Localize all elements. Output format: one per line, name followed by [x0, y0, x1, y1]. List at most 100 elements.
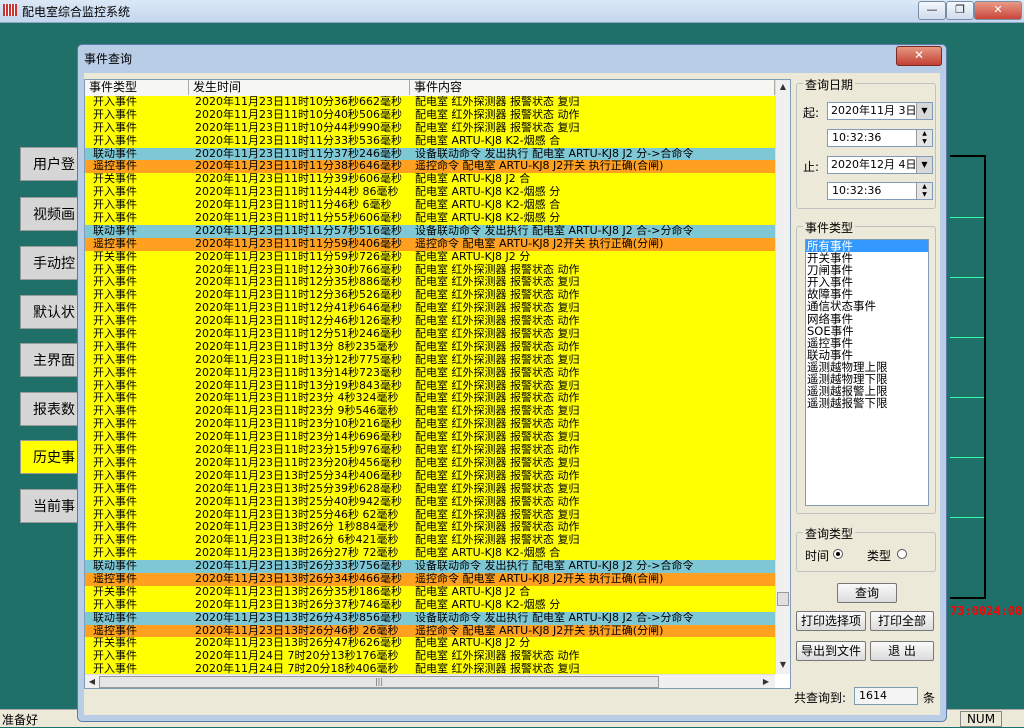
cell-content: 配电室 ARTU-KJ8 K2-烟感 合 [415, 199, 561, 212]
table-row[interactable]: 开入事件 2020年11月23日11时10分44秒990毫秒 配电室 红外探测器 报… [85, 121, 775, 135]
cell-time: 2020年11月23日11时10分36秒662毫秒 [195, 96, 402, 108]
table-row[interactable]: 开入事件 2020年11月23日11时12分36秒526毫秒 配电室 红外探测器 报… [85, 289, 775, 303]
event-type-item[interactable]: 网络事件 [806, 313, 928, 325]
event-type-item[interactable]: 遥测越报警下限 [806, 397, 928, 409]
cell-time: 2020年11月23日11时23分14秒696毫秒 [195, 431, 402, 444]
scroll-down-icon[interactable]: ▼ [776, 660, 790, 669]
table-row[interactable]: 开入事件 2020年11月23日11时11分55秒606毫秒 配电室 ARTU-KJ… [85, 212, 775, 225]
table-row[interactable]: 开入事件 2020年11月23日11时13分14秒723毫秒 配电室 红外探测器 报… [85, 366, 775, 380]
exit-button[interactable]: 退 出 [870, 641, 934, 661]
radio-type[interactable] [897, 549, 907, 559]
table-row[interactable]: 开入事件 2020年11月24日 7时20分13秒176毫秒 配电室 红外探测器 报… [85, 650, 775, 664]
table-row[interactable]: 开入事件 2020年11月23日11时11分33秒536毫秒 配电室 ARTU-KJ… [85, 134, 775, 148]
table-row[interactable]: 开入事件 2020年11月23日13时25分40秒942毫秒 配电室 红外探测器 报… [85, 495, 775, 509]
event-type-item[interactable]: 通信状态事件 [806, 300, 928, 312]
table-row[interactable]: 开入事件 2020年11月23日11时23分15秒976毫秒 配电室 红外探测器 报… [85, 444, 775, 457]
end-date-picker[interactable]: 2020年12月 4日 ▼ [827, 156, 933, 174]
spin-up-icon[interactable]: ▲ [916, 130, 932, 138]
cell-event-type: 开入事件 [93, 456, 137, 469]
minimize-button[interactable]: — [918, 1, 946, 20]
table-row[interactable]: 遥控事件 2020年11月23日11时11分59秒406毫秒 遥控命令 配电室 A… [85, 237, 775, 251]
table-row[interactable]: 开入事件 2020年11月23日13时26分 1秒884毫秒 配电室 红外探测器 报… [85, 521, 775, 535]
table-row[interactable]: 开入事件 2020年11月23日11时23分10秒216毫秒 配电室 红外探测器 报… [85, 418, 775, 432]
table-row[interactable]: 开入事件 2020年11月23日11时10分40秒506毫秒 配电室 红外探测器 报… [85, 108, 775, 122]
table-row[interactable]: 开入事件 2020年11月23日11时13分12秒775毫秒 配电室 红外探测器 报… [85, 353, 775, 367]
table-row[interactable]: 开入事件 2020年11月23日11时10分36秒662毫秒 配电室 红外探测器 报… [85, 96, 775, 109]
cell-time: 2020年11月23日11时11分39秒606毫秒 [195, 173, 402, 186]
table-row[interactable]: 开关事件 2020年11月23日13时26分47秒626毫秒 配电室 ARTU-KJ… [85, 637, 775, 651]
cell-time: 2020年11月23日13时25分34秒406毫秒 [195, 469, 402, 482]
cell-content: 遥控命令 配电室 ARTU-KJ8 J2开关 执行正确(分闸) [415, 237, 664, 250]
event-table[interactable]: 事件类型 发生时间 事件内容 开入事件 2020年11月23日11时10分36秒6… [84, 79, 791, 689]
table-row[interactable]: 开入事件 2020年11月23日11时23分14秒696毫秒 配电室 红外探测器 报… [85, 431, 775, 445]
radio-time[interactable] [833, 549, 843, 559]
table-row[interactable]: 开入事件 2020年11月23日11时12分46秒126毫秒 配电室 红外探测器 报… [85, 315, 775, 329]
table-row[interactable]: 开入事件 2020年11月23日11时13分 8秒235毫秒 配电室 红外探测器 报… [85, 340, 775, 354]
event-type-item[interactable]: SOE事件 [806, 325, 928, 337]
cell-content: 遥控命令 配电室 ARTU-KJ8 J2开关 执行正确(分闸) [415, 624, 664, 637]
cell-content: 配电室 ARTU-KJ8 J2 分 [415, 250, 531, 263]
table-row[interactable]: 开入事件 2020年11月23日11时13分19秒843毫秒 配电室 红外探测器 报… [85, 379, 775, 393]
print-selected-button[interactable]: 打印选择项 [796, 611, 866, 631]
column-header-time[interactable]: 发生时间 [189, 80, 410, 95]
table-row[interactable]: 开关事件 2020年11月23日13时26分35秒186毫秒 配电室 ARTU-KJ… [85, 585, 775, 599]
start-date-picker[interactable]: 2020年11月 3日 ▼ [827, 102, 933, 120]
table-row[interactable]: 开入事件 2020年11月23日11时23分20秒456毫秒 配电室 红外探测器 报… [85, 456, 775, 470]
column-header-type[interactable]: 事件类型 [85, 80, 189, 95]
column-header-content[interactable]: 事件内容 [410, 80, 775, 95]
table-row[interactable]: 遥控事件 2020年11月23日13时26分34秒466毫秒 遥控命令 配电室 A… [85, 572, 775, 586]
hscroll-thumb[interactable]: ||| [99, 676, 659, 688]
spin-up-icon[interactable]: ▲ [916, 183, 932, 191]
scroll-left-icon[interactable]: ◀ [85, 677, 99, 686]
cell-time: 2020年11月23日13时26分37秒746毫秒 [195, 598, 402, 611]
table-row[interactable]: 开入事件 2020年11月23日13时26分37秒746毫秒 配电室 ARTU-KJ… [85, 598, 775, 612]
table-row[interactable]: 开入事件 2020年11月23日11时23分 4秒324毫秒 配电室 红外探测器 报… [85, 392, 775, 406]
table-row[interactable]: 开入事件 2020年11月23日13时25分39秒628毫秒 配电室 红外探测器 报… [85, 482, 775, 496]
table-row[interactable]: 遥控事件 2020年11月23日13时26分46秒 26毫秒 遥控命令 配电室 A… [85, 624, 775, 638]
scroll-thumb[interactable] [777, 592, 789, 606]
print-all-button[interactable]: 打印全部 [870, 611, 934, 631]
table-row[interactable]: 联动事件 2020年11月23日11时11分57秒516毫秒 设备联动命令 发出执行… [85, 224, 775, 238]
table-row[interactable]: 开入事件 2020年11月23日11时11分46秒 6毫秒 配电室 ARTU-KJ8… [85, 199, 775, 213]
cell-time: 2020年11月23日11时13分19秒843毫秒 [195, 379, 402, 392]
end-time-spinner[interactable]: 10:32:36 ▲ ▼ [827, 182, 933, 200]
table-row[interactable]: 开关事件 2020年11月23日11时11分59秒726毫秒 配电室 ARTU-KJ… [85, 250, 775, 264]
table-row[interactable]: 遥控事件 2020年11月23日11时11分38秒646毫秒 遥控命令 配电室 A… [85, 160, 775, 174]
cell-event-type: 遥控事件 [93, 624, 137, 637]
vertical-scrollbar[interactable]: ▲ ▼ [775, 80, 790, 674]
cell-event-type: 开入事件 [93, 482, 137, 495]
table-row[interactable]: 开入事件 2020年11月23日11时23分 9秒546毫秒 配电室 红外探测器 报… [85, 405, 775, 419]
event-type-list[interactable]: 所有事件 开关事件 刀闸事件 开入事件 故障事件 通信状态事件 网络事件 SOE事件 遥控事件联… [805, 239, 929, 506]
table-row[interactable]: 开入事件 2020年11月23日13时26分27秒 72毫秒 配电室 ARTU-KJ… [85, 547, 775, 561]
cell-event-type: 开入事件 [93, 302, 137, 315]
horizontal-scrollbar[interactable]: ◀ ||| ▶ [85, 674, 775, 688]
table-row[interactable]: 开入事件 2020年11月23日11时12分35秒886毫秒 配电室 红外探测器 报… [85, 276, 775, 290]
table-row[interactable]: 联动事件 2020年11月23日11时11分37秒246毫秒 设备联动命令 发出执行… [85, 147, 775, 161]
table-row[interactable]: 开入事件 2020年11月23日11时12分41秒646毫秒 配电室 红外探测器 报… [85, 302, 775, 316]
table-row[interactable]: 开入事件 2020年11月23日13时26分 6秒421毫秒 配电室 红外探测器 报… [85, 534, 775, 548]
scroll-up-icon[interactable]: ▲ [776, 82, 790, 91]
scroll-right-icon[interactable]: ▶ [759, 677, 773, 686]
chevron-down-icon[interactable]: ▼ [916, 103, 932, 119]
maximize-button[interactable]: ❐ [946, 1, 974, 20]
cell-content: 配电室 红外探测器 报警状态 复归 [415, 405, 580, 418]
chevron-down-icon[interactable]: ▼ [916, 157, 932, 173]
table-body: 开入事件 2020年11月23日11时10分36秒662毫秒配电室 红外探测器 报… [85, 96, 775, 688]
cell-content: 配电室 红外探测器 报警状态 动作 [415, 289, 580, 302]
cell-event-type: 开入事件 [93, 431, 137, 444]
dialog-close-button[interactable]: ✕ [896, 46, 942, 66]
table-row[interactable]: 开入事件 2020年11月23日11时12分30秒766毫秒 配电室 红外探测器 报… [85, 263, 775, 277]
query-button[interactable]: 查询 [837, 583, 897, 603]
table-row[interactable]: 开入事件 2020年11月23日11时12分51秒246毫秒 配电室 红外探测器 报… [85, 328, 775, 341]
export-button[interactable]: 导出到文件 [796, 641, 866, 661]
table-row[interactable]: 联动事件 2020年11月23日13时26分33秒756毫秒 设备联动命令 发出执行… [85, 560, 775, 573]
spin-down-icon[interactable]: ▼ [916, 191, 932, 199]
close-button[interactable]: ✕ [974, 1, 1022, 20]
table-row[interactable]: 开关事件 2020年11月23日11时11分39秒606毫秒 配电室 ARTU-KJ… [85, 173, 775, 187]
table-row[interactable]: 开入事件 2020年11月23日13时25分46秒 62毫秒 配电室 红外探测器 报… [85, 508, 775, 522]
table-row[interactable]: 开入事件 2020年11月23日13时25分34秒406毫秒 配电室 红外探测器 报… [85, 469, 775, 483]
start-time-spinner[interactable]: 10:32:36 ▲ ▼ [827, 129, 933, 147]
spin-down-icon[interactable]: ▼ [916, 138, 932, 146]
table-row[interactable]: 开入事件 2020年11月23日11时11分44秒 86毫秒 配电室 ARTU-KJ… [85, 186, 775, 200]
table-row[interactable]: 联动事件 2020年11月23日13时26分43秒856毫秒 设备联动命令 发出执行… [85, 611, 775, 625]
